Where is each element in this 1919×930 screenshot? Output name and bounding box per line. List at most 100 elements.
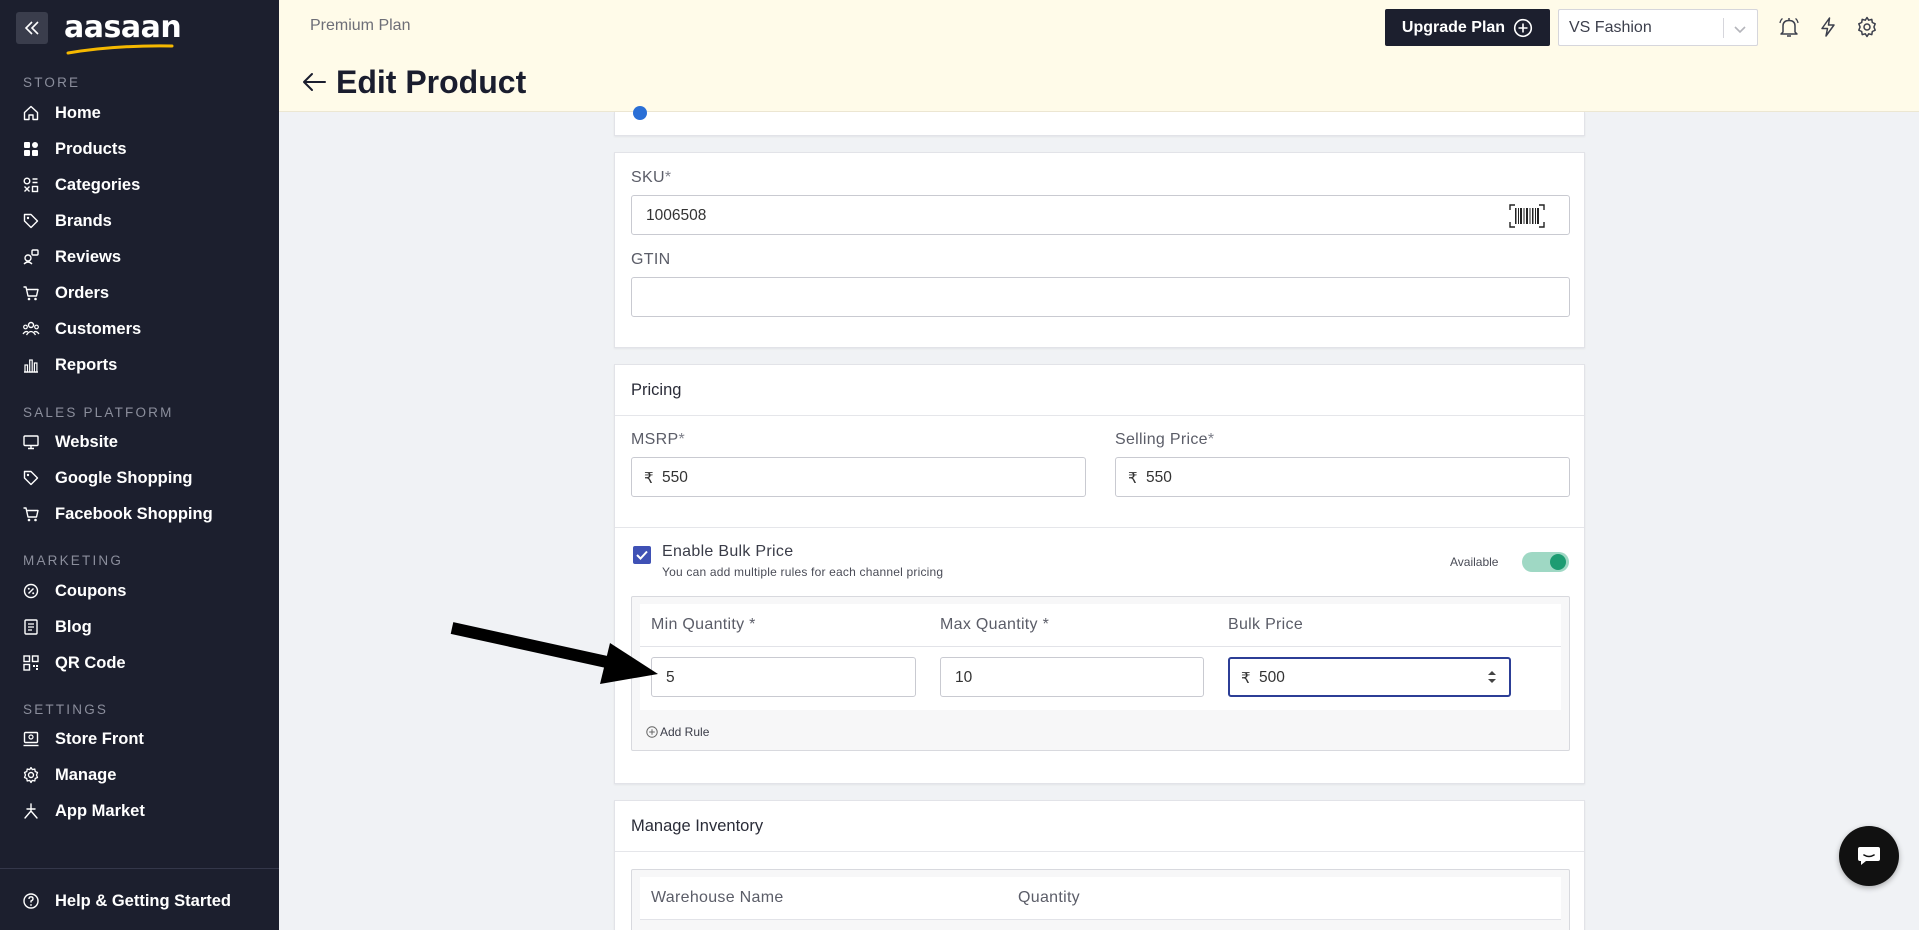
chevron-down-icon	[1734, 26, 1746, 34]
bell-icon[interactable]	[1778, 16, 1800, 38]
sidebar-item-reports[interactable]: Reports	[22, 353, 117, 377]
plan-label: Premium Plan	[310, 17, 411, 34]
gear-icon	[22, 766, 40, 784]
currency-symbol: ₹	[1128, 470, 1138, 487]
grid-icon	[22, 140, 40, 158]
sidebar-item-app-market[interactable]: App Market	[22, 799, 145, 823]
sidebar-item-orders[interactable]: Orders	[22, 281, 109, 305]
upgrade-plan-button[interactable]: Upgrade Plan	[1385, 9, 1550, 46]
max-quantity-value: 10	[955, 669, 973, 686]
sidebar-item-label: Orders	[55, 283, 110, 302]
bulk-price-hint: You can add multiple rules for each chan…	[662, 565, 944, 579]
sidebar-item-label: Blog	[55, 617, 92, 636]
currency-symbol: ₹	[1241, 670, 1251, 687]
gear-icon[interactable]	[1856, 16, 1878, 38]
msrp-value: 550	[662, 469, 688, 486]
enable-bulk-price-label: Enable Bulk Price	[662, 543, 794, 560]
sidebar-item-blog[interactable]: Blog	[22, 615, 92, 639]
sidebar: aasaan STORE Home Products Categories Br…	[0, 0, 279, 930]
selling-price-field[interactable]: ₹ 550	[1115, 457, 1570, 497]
sidebar-item-label: Manage	[55, 765, 117, 784]
divider	[615, 527, 1584, 528]
sku-value: 1006508	[646, 207, 707, 224]
sidebar-item-qr-code[interactable]: QR Code	[22, 651, 126, 675]
sidebar-item-help[interactable]: Help & Getting Started	[22, 889, 231, 913]
max-quantity-header: Max Quantity *	[940, 616, 1050, 633]
number-spinner-icon[interactable]	[1487, 668, 1497, 686]
enable-bulk-price-checkbox[interactable]	[633, 546, 651, 564]
inventory-title: Manage Inventory	[631, 817, 764, 835]
sidebar-item-coupons[interactable]: Coupons	[22, 579, 127, 603]
collapse-sidebar-button[interactable]	[16, 12, 48, 44]
add-rule-button[interactable]: Add Rule	[646, 725, 709, 739]
home-icon	[22, 104, 40, 122]
sidebar-item-label: Products	[55, 139, 127, 158]
lightning-icon[interactable]	[1817, 16, 1839, 38]
msrp-field[interactable]: ₹ 550	[631, 457, 1086, 497]
sidebar-item-reviews[interactable]: Reviews	[22, 245, 121, 269]
back-arrow-icon[interactable]	[301, 70, 327, 94]
bulk-price-input[interactable]: ₹ 500	[1228, 657, 1511, 697]
users-icon	[22, 320, 40, 338]
help-icon	[22, 892, 40, 910]
gtin-field[interactable]	[631, 277, 1570, 317]
previous-section-card	[614, 106, 1585, 136]
store-select-value: VS Fashion	[1569, 19, 1652, 36]
section-label-sales-platform: SALES PLATFORM	[23, 405, 174, 420]
cart-icon	[22, 505, 40, 523]
min-quantity-input[interactable]: 5	[651, 657, 916, 697]
available-label: Available	[1450, 555, 1499, 569]
plus-circle-icon	[1513, 18, 1533, 37]
sidebar-item-google-shopping[interactable]: Google Shopping	[22, 466, 192, 490]
sidebar-item-label: Home	[55, 103, 101, 122]
sidebar-item-label: Reviews	[55, 247, 122, 266]
radio-selected[interactable]	[633, 106, 647, 120]
logo[interactable]: aasaan	[64, 13, 182, 55]
sidebar-item-manage[interactable]: Manage	[22, 763, 116, 787]
monitor-icon	[22, 433, 40, 451]
categories-icon	[22, 176, 40, 194]
annotation-arrow-icon	[450, 622, 658, 684]
sku-field[interactable]: 1006508	[631, 195, 1570, 235]
sidebar-item-website[interactable]: Website	[22, 430, 118, 454]
plus-circle-icon	[646, 726, 658, 738]
sidebar-item-customers[interactable]: Customers	[22, 317, 141, 341]
sidebar-item-products[interactable]: Products	[22, 137, 127, 161]
available-toggle[interactable]	[1522, 552, 1569, 572]
logo-row: aasaan	[16, 10, 182, 55]
qr-code-icon	[22, 654, 40, 672]
bulk-rule-row: 5 10 ₹ 500	[640, 647, 1561, 710]
sidebar-item-home[interactable]: Home	[22, 101, 101, 125]
tag-icon	[22, 212, 40, 230]
sidebar-item-label: Brands	[55, 211, 112, 230]
pricing-card: Pricing MSRP* ₹ 550 Selling Price* ₹ 550…	[614, 364, 1585, 784]
section-label-store: STORE	[23, 75, 81, 90]
sidebar-item-label: Google Shopping	[55, 468, 193, 487]
max-quantity-input[interactable]: 10	[940, 657, 1204, 697]
selling-price-value: 550	[1146, 469, 1172, 486]
sidebar-item-label: Help & Getting Started	[55, 891, 232, 910]
sidebar-item-categories[interactable]: Categories	[22, 173, 140, 197]
gtin-label: GTIN	[631, 251, 671, 268]
sidebar-item-label: Store Front	[55, 729, 144, 748]
pricing-title: Pricing	[631, 381, 682, 399]
chat-bubble-icon	[1858, 847, 1880, 865]
section-label-marketing: MARKETING	[23, 553, 124, 568]
sidebar-item-label: Customers	[55, 319, 142, 338]
sidebar-item-brands[interactable]: Brands	[22, 209, 112, 233]
selling-price-label: Selling Price*	[1115, 431, 1215, 448]
header: Premium Plan Edit Product Upgrade Plan V…	[279, 0, 1919, 112]
store-select[interactable]: VS Fashion	[1558, 9, 1758, 46]
cart-icon	[22, 284, 40, 302]
sidebar-item-facebook-shopping[interactable]: Facebook Shopping	[22, 502, 213, 526]
sidebar-item-store-front[interactable]: Store Front	[22, 727, 144, 751]
bulk-price-value: 500	[1259, 669, 1285, 686]
inventory-table-header: Warehouse Name Quantity	[640, 877, 1561, 920]
chat-button[interactable]	[1839, 826, 1899, 886]
sidebar-item-label: Categories	[55, 175, 141, 194]
identifiers-card: SKU* 1006508 GTIN	[614, 152, 1585, 348]
warehouse-name-header: Warehouse Name	[651, 889, 784, 906]
inventory-table: Warehouse Name Quantity	[631, 869, 1570, 930]
bulk-rules-header: Min Quantity * Max Quantity * Bulk Price	[640, 604, 1561, 647]
barcode-scan-icon[interactable]	[1509, 204, 1545, 228]
